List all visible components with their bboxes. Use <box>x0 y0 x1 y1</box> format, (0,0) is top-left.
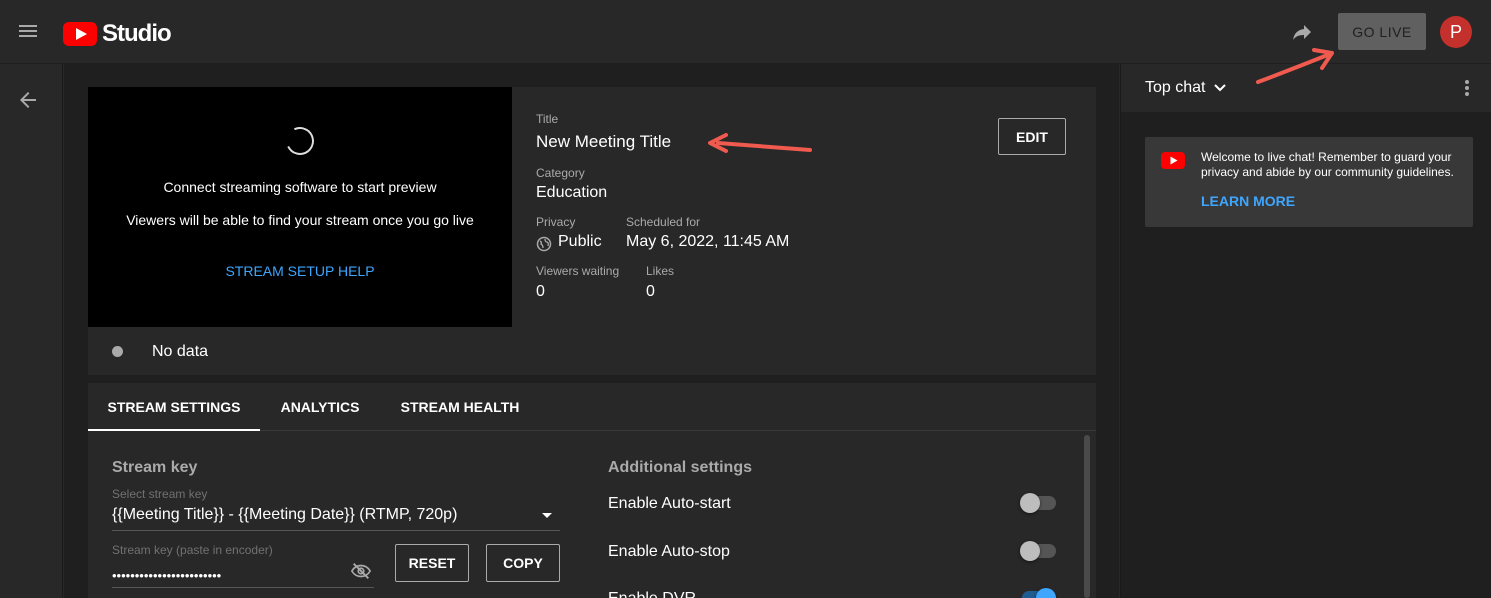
setting-auto-start-label: Enable Auto-start <box>608 495 731 512</box>
select-stream-key-label: Select stream key <box>112 487 208 501</box>
dvr-toggle[interactable] <box>1020 588 1056 598</box>
loading-spinner-icon <box>282 123 318 159</box>
viewers-waiting-value: 0 <box>536 283 545 300</box>
edit-button[interactable]: EDIT <box>998 118 1066 155</box>
stream-setup-help-link[interactable]: STREAM SETUP HELP <box>88 263 512 279</box>
privacy-value: Public <box>558 233 602 250</box>
chevron-down-icon[interactable] <box>1213 81 1227 95</box>
video-preview: Connect streaming software to start prev… <box>88 87 512 327</box>
stream-title: New Meeting Title <box>536 132 672 151</box>
status-dot-icon <box>112 346 123 357</box>
tab-analytics[interactable]: ANALYTICS <box>260 383 380 431</box>
auto-stop-toggle[interactable] <box>1020 541 1056 561</box>
globe-icon <box>536 236 552 252</box>
settings-scrollbar[interactable] <box>1084 435 1090 598</box>
title-label: Title <box>536 112 559 126</box>
go-live-button[interactable]: GO LIVE <box>1338 13 1426 50</box>
learn-more-link[interactable]: LEARN MORE <box>1201 193 1295 209</box>
stream-key-select[interactable]: {{Meeting Title}} - {{Meeting Date}} (RT… <box>112 506 560 531</box>
viewers-message: Viewers will be able to find your stream… <box>126 212 474 228</box>
stream-key-input[interactable] <box>112 564 374 588</box>
likes-value: 0 <box>646 283 655 300</box>
share-icon[interactable] <box>1290 20 1314 44</box>
category-label: Category <box>536 166 585 180</box>
top-bar: Studio GO LIVE P <box>0 0 1491 64</box>
setting-dvr-label: Enable DVR <box>608 590 696 598</box>
main-panel: Connect streaming software to start prev… <box>64 64 1119 598</box>
category-value: Education <box>536 184 608 201</box>
status-text: No data <box>152 343 209 360</box>
hamburger-menu-icon[interactable] <box>16 20 40 44</box>
settings-tabs: STREAM SETTINGS ANALYTICS STREAM HEALTH <box>88 383 1096 431</box>
auto-start-toggle[interactable] <box>1020 493 1056 513</box>
tab-stream-settings[interactable]: STREAM SETTINGS <box>88 383 260 431</box>
welcome-text: Welcome to live chat! Remember to guard … <box>1201 150 1454 179</box>
likes-label: Likes <box>646 264 675 278</box>
left-rail <box>0 64 63 598</box>
back-arrow-icon[interactable] <box>16 88 40 112</box>
youtube-logo-icon <box>1161 152 1185 169</box>
additional-settings-title: Additional settings <box>608 459 752 476</box>
scheduled-label: Scheduled for <box>626 215 701 229</box>
copy-button[interactable]: COPY <box>486 544 560 582</box>
stream-key-title: Stream key <box>112 459 198 476</box>
visibility-off-icon[interactable] <box>350 560 372 582</box>
more-vertical-icon[interactable] <box>1463 78 1471 98</box>
chat-header: Top chat <box>1121 64 1491 112</box>
scheduled-value: May 6, 2022, 11:45 AM <box>626 233 790 250</box>
live-chat-panel: Top chat Welcome to live chat! Remember … <box>1120 64 1491 598</box>
stream-settings-card: STREAM SETTINGS ANALYTICS STREAM HEALTH … <box>88 383 1096 598</box>
privacy-label: Privacy <box>536 215 576 229</box>
stream-status-bar: No data <box>88 327 1096 375</box>
tab-stream-health[interactable]: STREAM HEALTH <box>380 383 540 431</box>
youtube-logo-icon <box>63 22 97 46</box>
logo-text: Studio <box>102 20 172 47</box>
avatar[interactable]: P <box>1440 16 1472 48</box>
stream-key-label: Stream key (paste in encoder) <box>112 543 273 557</box>
reset-button[interactable]: RESET <box>395 544 469 582</box>
dropdown-caret-icon[interactable] <box>542 513 552 518</box>
setting-auto-stop-label: Enable Auto-stop <box>608 543 730 560</box>
studio-logo[interactable]: Studio <box>63 20 172 48</box>
stream-preview-card: Connect streaming software to start prev… <box>88 87 1096 327</box>
connect-message: Connect streaming software to start prev… <box>163 179 437 195</box>
chat-welcome-message: Welcome to live chat! Remember to guard … <box>1145 137 1473 227</box>
viewers-waiting-label: Viewers waiting <box>536 264 620 278</box>
chat-mode-selector[interactable]: Top chat <box>1145 79 1205 97</box>
